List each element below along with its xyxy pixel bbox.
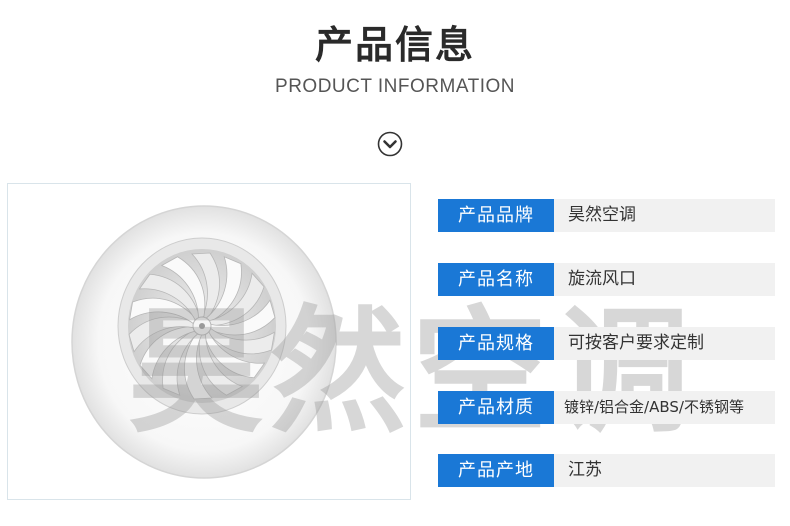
spec-row-size: 产品规格 可按客户要求定制 [438,327,775,360]
spec-value: 旋流风口 [554,263,775,296]
page-title: 产品信息 [314,23,475,67]
spec-value: 昊然空调 [554,199,775,232]
spec-row-brand: 产品品牌 昊然空调 [438,199,775,232]
spec-value: 可按客户要求定制 [554,327,775,360]
product-photo [7,183,411,500]
spec-row-name: 产品名称 旋流风口 [438,263,775,296]
spec-label: 产品品牌 [438,199,554,232]
spec-label: 产品名称 [438,263,554,296]
air-diffuser-image [71,205,337,479]
spec-label: 产品规格 [438,327,554,360]
spec-value: 镀锌/铝合金/ABS/不锈钢等 [554,391,775,424]
spec-row-origin: 产品产地 江苏 [438,454,775,487]
spec-value: 江苏 [554,454,775,487]
spec-label: 产品产地 [438,454,554,487]
chevron-down-circle-icon[interactable] [377,131,403,157]
spec-label: 产品材质 [438,391,554,424]
page-subtitle: PRODUCT INFORMATION [275,76,515,97]
spec-row-material: 产品材质 镀锌/铝合金/ABS/不锈钢等 [438,391,775,424]
